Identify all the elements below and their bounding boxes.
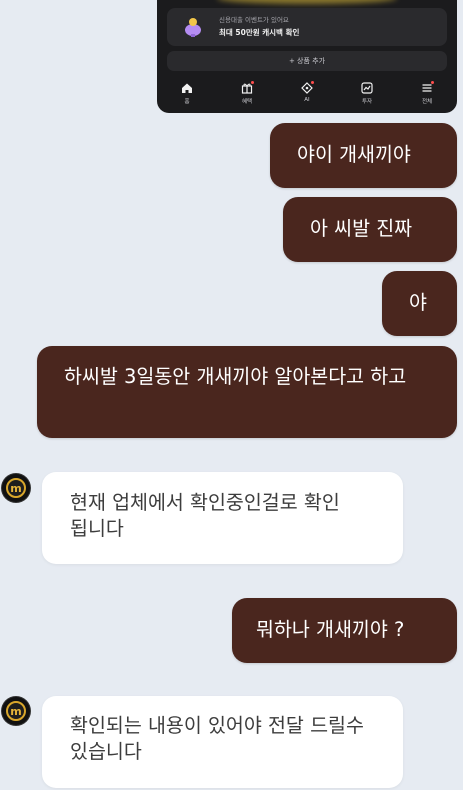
incoming-message[interactable]: 확인되는 내용이 있어야 전달 드릴수 있습니다 (42, 696, 403, 788)
agent-avatar[interactable]: m (2, 474, 30, 502)
outgoing-message[interactable]: 야 (382, 271, 457, 336)
message-text: 뭐하나 개새끼야 ? (256, 618, 405, 641)
chart-icon (361, 82, 373, 94)
avatar-logo-icon: m (6, 701, 26, 721)
notification-dot (311, 81, 314, 84)
tab-invest: 투자 (342, 78, 392, 113)
piggy-bank-icon (185, 18, 201, 37)
tab-all-label: 전체 (421, 99, 433, 105)
promo-card: 신용대출 이벤트가 있어요 최대 50만원 캐시백 확인 (167, 8, 447, 46)
banner-glow (217, 0, 397, 4)
tab-invest-label: 투자 (361, 99, 373, 105)
tab-home: 홈 (162, 78, 212, 113)
shared-screenshot-image[interactable]: 신용대출 이벤트가 있어요 최대 50만원 캐시백 확인 + 상품 추가 홈 혜… (157, 0, 457, 113)
tab-home-label: 홈 (184, 99, 190, 105)
message-text: 확인되는 내용이 있어야 전달 드릴수 있습니다 (70, 714, 364, 763)
tab-all: 전체 (402, 78, 452, 113)
message-text: 현재 업체에서 확인중인걸로 확인 됩니다 (70, 491, 340, 540)
message-text: 아 씨발 진짜 (310, 217, 413, 240)
home-icon (182, 83, 192, 93)
chat-screen: 신용대출 이벤트가 있어요 최대 50만원 캐시백 확인 + 상품 추가 홈 혜… (0, 0, 463, 790)
outgoing-message[interactable]: 아 씨발 진짜 (283, 197, 457, 262)
notification-dot (431, 81, 434, 84)
add-product-button: + 상품 추가 (167, 51, 447, 71)
outgoing-message[interactable]: 야이 개새끼야 (270, 123, 457, 188)
tab-benefits-label: 혜택 (241, 99, 253, 105)
incoming-message[interactable]: 현재 업체에서 확인중인걸로 확인 됩니다 (42, 472, 403, 564)
message-text: 야 (409, 291, 427, 314)
tab-ai-label: AI (304, 97, 310, 103)
message-text: 야이 개새끼야 (297, 143, 411, 166)
promo-title: 최대 50만원 캐시백 확인 (219, 28, 300, 37)
promo-subtitle: 신용대출 이벤트가 있어요 (219, 16, 289, 24)
outgoing-message[interactable]: 하씨발 3일동안 개새끼야 알아본다고 하고 (37, 346, 457, 438)
avatar-logo-icon: m (6, 478, 26, 498)
message-text: 하씨발 3일동안 개새끼야 알아본다고 하고 (64, 365, 407, 388)
tab-ai: AI (282, 78, 332, 113)
notification-dot (251, 81, 254, 84)
screenshot-tab-bar: 홈 혜택 AI 투자 전체 (157, 78, 457, 113)
outgoing-message[interactable]: 뭐하나 개새끼야 ? (232, 598, 457, 663)
tab-benefits: 혜택 (222, 78, 272, 113)
add-product-label: + 상품 추가 (288, 57, 326, 65)
agent-avatar[interactable]: m (2, 697, 30, 725)
